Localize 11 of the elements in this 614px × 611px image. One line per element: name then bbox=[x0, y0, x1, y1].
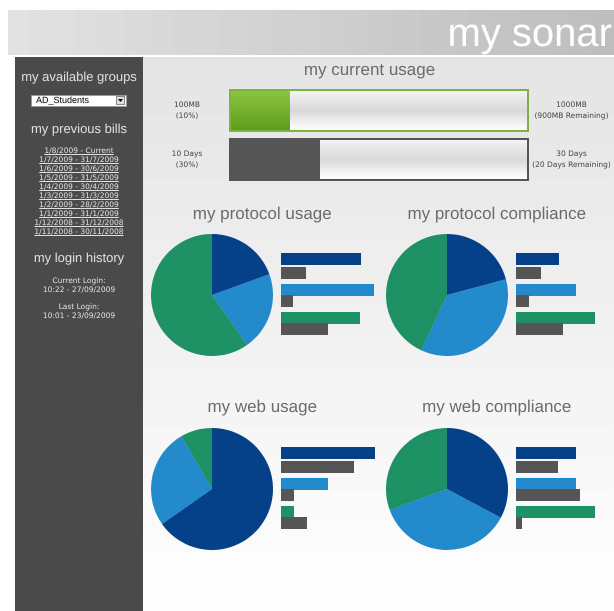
chart-title: my web compliance bbox=[422, 396, 572, 418]
sidebar-heading: my login history bbox=[34, 249, 124, 267]
sidebar-heading: my available groups bbox=[21, 68, 137, 86]
app-title: my sonar bbox=[448, 12, 613, 52]
group-select[interactable]: AD_Students bbox=[31, 94, 127, 106]
dropdown-arrow-icon bbox=[116, 96, 125, 105]
section-title: my current usage bbox=[302, 59, 436, 81]
chart-title: my protocol usage bbox=[192, 202, 332, 224]
chart-title: my web usage bbox=[207, 396, 318, 418]
chart-title: my protocol compliance bbox=[407, 202, 586, 224]
sidebar-heading: my previous bills bbox=[30, 120, 128, 138]
